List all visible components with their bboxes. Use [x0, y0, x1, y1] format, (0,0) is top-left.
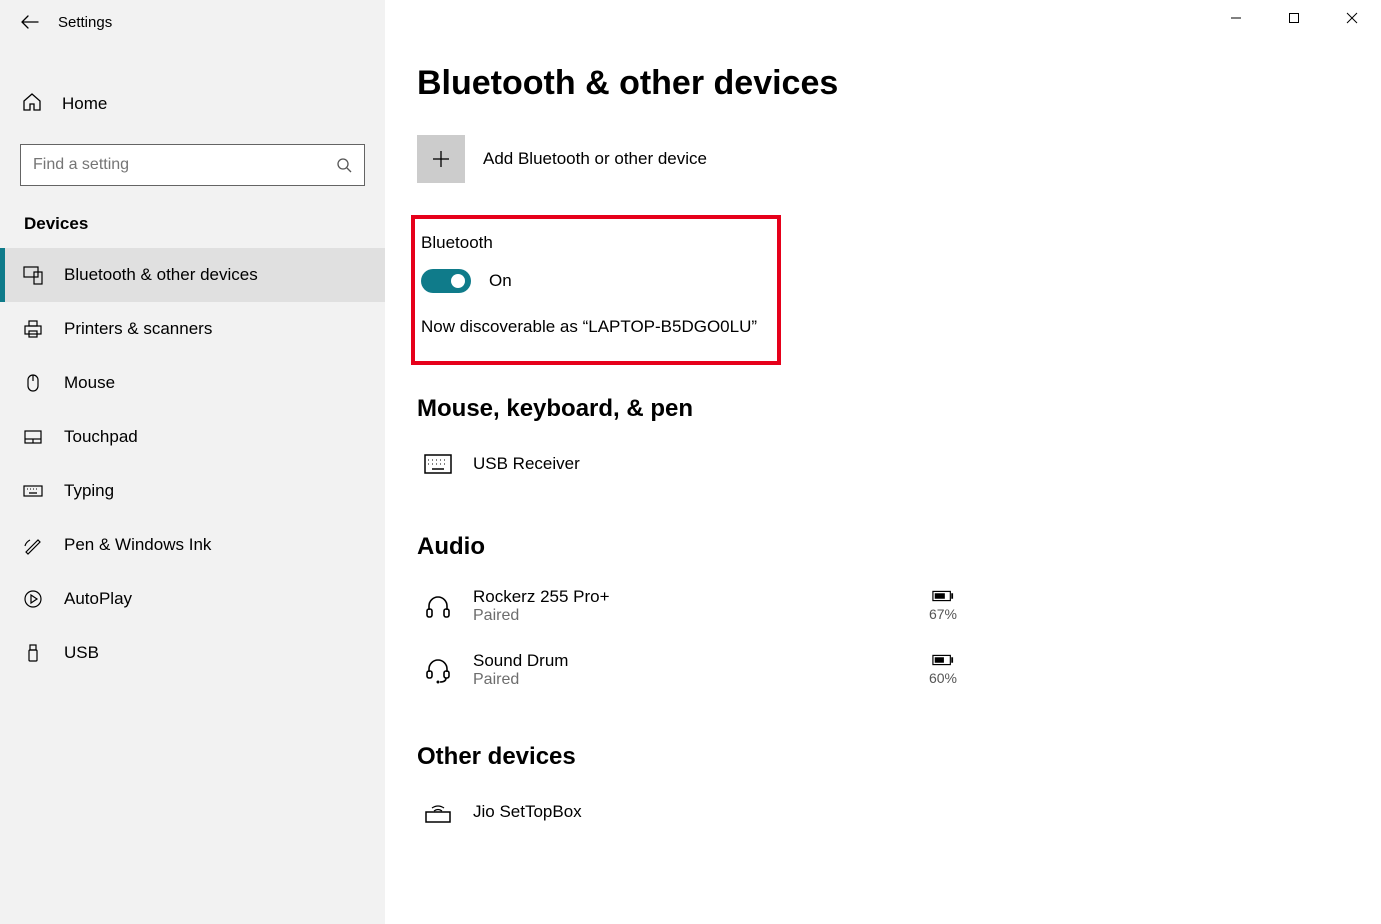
window-controls — [1207, 0, 1381, 36]
back-icon — [21, 15, 39, 29]
settop-icon — [423, 797, 453, 827]
keyboard-icon — [22, 480, 44, 502]
device-status: Paired — [473, 671, 909, 689]
sidebar-item-label: Bluetooth & other devices — [64, 265, 258, 285]
bluetooth-label: Bluetooth — [421, 233, 759, 253]
sidebar-item-mouse[interactable]: Mouse — [0, 356, 385, 410]
sidebar-item-label: USB — [64, 643, 99, 663]
bluetooth-devices-icon — [22, 264, 44, 286]
battery-percent: 60% — [929, 670, 957, 686]
sidebar-item-label: Printers & scanners — [64, 319, 212, 339]
add-device-row[interactable]: Add Bluetooth or other device — [417, 135, 1341, 183]
add-device-label: Add Bluetooth or other device — [483, 149, 707, 169]
battery-percent: 67% — [929, 606, 957, 622]
plus-icon — [430, 148, 452, 170]
sidebar-item-bluetooth-devices[interactable]: Bluetooth & other devices — [0, 248, 385, 302]
sidebar-item-label: Mouse — [64, 373, 115, 393]
device-battery: 60% — [929, 654, 957, 686]
sidebar-item-typing[interactable]: Typing — [0, 464, 385, 518]
sidebar-item-pen[interactable]: Pen & Windows Ink — [0, 518, 385, 572]
sidebar-item-label: AutoPlay — [64, 589, 132, 609]
bluetooth-discoverable-text: Now discoverable as “LAPTOP-B5DGO0LU” — [421, 317, 759, 337]
sidebar: Settings Home Devices Bluetooth & other … — [0, 0, 385, 924]
sidebar-item-autoplay[interactable]: AutoPlay — [0, 572, 385, 626]
maximize-icon — [1288, 12, 1300, 24]
sidebar-item-usb[interactable]: USB — [0, 626, 385, 680]
device-name: Jio SetTopBox — [473, 802, 957, 822]
headset-icon — [423, 655, 453, 685]
page-title: Bluetooth & other devices — [417, 64, 1341, 103]
back-button[interactable] — [20, 12, 40, 32]
bluetooth-toggle[interactable] — [421, 269, 471, 293]
sidebar-item-label: Touchpad — [64, 427, 138, 447]
close-button[interactable] — [1323, 0, 1381, 36]
device-status: Paired — [473, 607, 909, 625]
device-item[interactable]: Sound Drum Paired 60% — [417, 643, 957, 707]
device-name: USB Receiver — [473, 454, 957, 474]
sidebar-item-label: Pen & Windows Ink — [64, 535, 211, 555]
touchpad-icon — [22, 426, 44, 448]
bluetooth-toggle-row: On — [421, 269, 759, 293]
printer-icon — [22, 318, 44, 340]
sidebar-nav-list: Bluetooth & other devices Printers & sca… — [0, 248, 385, 680]
device-name: Rockerz 255 Pro+ — [473, 587, 909, 607]
close-icon — [1346, 12, 1358, 24]
bluetooth-highlight-box: Bluetooth On Now discoverable as “LAPTOP… — [411, 215, 781, 365]
battery-icon — [932, 654, 954, 666]
search-input[interactable] — [33, 156, 336, 174]
home-icon — [22, 92, 42, 116]
headphones-icon — [423, 591, 453, 621]
window-title: Settings — [58, 14, 112, 31]
bluetooth-state-label: On — [489, 271, 512, 291]
search-icon — [336, 157, 352, 173]
device-name: Sound Drum — [473, 651, 909, 671]
device-item[interactable]: Jio SetTopBox — [417, 789, 957, 845]
group-heading: Audio — [417, 533, 1341, 561]
home-label: Home — [62, 94, 107, 114]
device-item[interactable]: USB Receiver — [417, 441, 957, 497]
add-device-button[interactable] — [417, 135, 465, 183]
sidebar-section-label: Devices — [0, 204, 385, 248]
group-heading: Mouse, keyboard, & pen — [417, 395, 1341, 423]
maximize-button[interactable] — [1265, 0, 1323, 36]
sidebar-item-label: Typing — [64, 481, 114, 501]
usb-icon — [22, 642, 44, 664]
pen-icon — [22, 534, 44, 556]
sidebar-item-touchpad[interactable]: Touchpad — [0, 410, 385, 464]
autoplay-icon — [22, 588, 44, 610]
sidebar-home[interactable]: Home — [0, 80, 385, 128]
battery-icon — [932, 590, 954, 602]
device-item[interactable]: Rockerz 255 Pro+ Paired 67% — [417, 579, 957, 643]
keyboard-icon — [423, 449, 453, 479]
device-battery: 67% — [929, 590, 957, 622]
minimize-button[interactable] — [1207, 0, 1265, 36]
mouse-icon — [22, 372, 44, 394]
minimize-icon — [1230, 12, 1242, 24]
sidebar-item-printers[interactable]: Printers & scanners — [0, 302, 385, 356]
search-box[interactable] — [20, 144, 365, 186]
group-heading: Other devices — [417, 743, 1341, 771]
sidebar-header: Settings — [0, 8, 385, 44]
main-content: Bluetooth & other devices Add Bluetooth … — [385, 0, 1381, 924]
